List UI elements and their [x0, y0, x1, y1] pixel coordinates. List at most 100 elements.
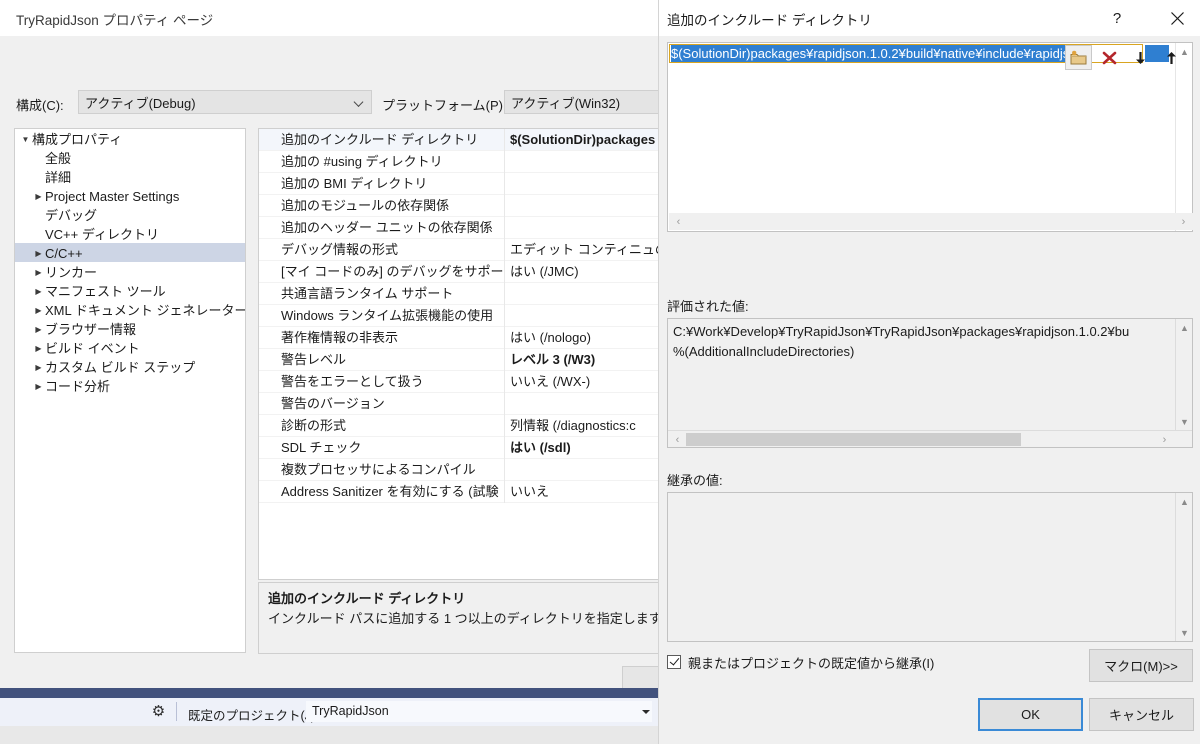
property-row[interactable]: Windows ランタイム拡張機能の使用 — [259, 305, 659, 327]
list-vertical-scrollbar[interactable]: ▲ ▼ — [1175, 43, 1192, 231]
twisty-collapsed-icon[interactable] — [32, 320, 45, 339]
configuration-combo[interactable]: アクティブ(Debug) — [78, 90, 372, 114]
property-value[interactable]: はい (/nologo) — [504, 327, 659, 349]
property-value[interactable] — [504, 173, 659, 195]
inherit-from-parent-checkbox[interactable]: 親またはプロジェクトの既定値から継承(I) — [667, 652, 934, 672]
scroll-right-icon[interactable]: › — [1156, 431, 1173, 448]
property-value[interactable]: レベル 3 (/W3) — [504, 349, 659, 371]
tree-item[interactable]: C/C++ — [15, 243, 245, 262]
property-value[interactable]: はい (/sdl) — [504, 437, 659, 459]
twisty-collapsed-icon[interactable] — [32, 263, 45, 282]
property-row[interactable]: 著作権情報の非表示 はい (/nologo) — [259, 327, 659, 349]
property-value[interactable]: いいえ (/WX-) — [504, 371, 659, 393]
property-value[interactable] — [504, 283, 659, 305]
property-value[interactable] — [504, 459, 659, 481]
property-row[interactable]: 共通言語ランタイム サポート — [259, 283, 659, 305]
property-value[interactable] — [504, 195, 659, 217]
tree-item[interactable]: 全般 — [15, 148, 245, 167]
evaluated-value-line-2: %(AdditionalIncludeDirectories) — [673, 344, 855, 359]
tree-item[interactable]: 構成プロパティ — [15, 129, 245, 148]
tree-item[interactable]: ブラウザー情報 — [15, 319, 245, 338]
property-row[interactable]: デバッグ情報の形式 エディット コンティニュのプ — [259, 239, 659, 261]
property-row[interactable]: 追加のインクルード ディレクトリ $(SolutionDir)packages — [259, 129, 659, 151]
tree-item[interactable]: VC++ ディレクトリ — [15, 224, 245, 243]
property-value[interactable]: いいえ — [504, 481, 659, 503]
chevron-down-icon[interactable] — [640, 705, 652, 717]
configuration-label: 構成(C): — [16, 98, 64, 113]
property-value[interactable] — [504, 151, 659, 173]
property-value[interactable] — [504, 305, 659, 327]
scroll-left-icon[interactable]: ‹ — [669, 431, 686, 448]
twisty-collapsed-icon[interactable] — [32, 187, 45, 206]
tree-item[interactable]: XML ドキュメント ジェネレーター — [15, 300, 245, 319]
property-grid[interactable]: 追加のインクルード ディレクトリ $(SolutionDir)packages 追加… — [258, 128, 660, 580]
property-value[interactable] — [504, 217, 659, 239]
twisty-collapsed-icon[interactable] — [32, 244, 45, 263]
property-value[interactable]: エディット コンティニュのプ — [504, 239, 659, 261]
platform-combo[interactable]: アクティブ(Win32) — [504, 90, 660, 114]
toolstrip-separator — [176, 702, 177, 721]
ok-button[interactable]: OK — [978, 698, 1083, 731]
question-mark-icon[interactable]: ? — [1094, 0, 1140, 36]
tree-item[interactable]: Project Master Settings — [15, 186, 245, 205]
tree-item[interactable]: コード分析 — [15, 376, 245, 395]
twisty-collapsed-icon[interactable] — [32, 282, 45, 301]
cancel-button[interactable]: キャンセル — [1089, 698, 1194, 731]
property-row[interactable]: 追加のヘッダー ユニットの依存関係 — [259, 217, 659, 239]
property-row[interactable]: 複数プロセッサによるコンパイル — [259, 459, 659, 481]
property-row[interactable]: 警告のバージョン — [259, 393, 659, 415]
property-value[interactable]: 列情報 (/diagnostics:c — [504, 415, 659, 437]
property-row[interactable]: Address Sanitizer を有効にする (試験 いいえ — [259, 481, 659, 503]
property-row[interactable]: 警告をエラーとして扱う いいえ (/WX-) — [259, 371, 659, 393]
property-row[interactable]: 追加のモジュールの依存関係 — [259, 195, 659, 217]
twisty-collapsed-icon[interactable] — [32, 339, 45, 358]
scroll-left-icon[interactable]: ‹ — [670, 213, 687, 230]
new-line-button[interactable] — [1065, 45, 1092, 70]
close-icon[interactable] — [1154, 0, 1200, 36]
property-name: 著作権情報の非表示 — [281, 330, 399, 345]
inherited-value-box[interactable]: ▲ ▼ — [667, 492, 1193, 642]
property-row[interactable]: 追加の #using ディレクトリ — [259, 151, 659, 173]
evaluated-vertical-scrollbar[interactable]: ▲ ▼ — [1175, 319, 1192, 430]
tree-item-label: デバッグ — [45, 208, 98, 224]
tree-item[interactable]: カスタム ビルド ステップ — [15, 357, 245, 376]
tree-item[interactable]: 詳細 — [15, 167, 245, 186]
list-horizontal-scrollbar[interactable]: ‹ › — [669, 213, 1193, 230]
property-row[interactable]: [マイ コードのみ] のデバッグをサポートすはい (/JMC) — [259, 261, 659, 283]
tree-item[interactable]: マニフェスト ツール — [15, 281, 245, 300]
list-item[interactable]: $(SolutionDir)packages¥rapidjson.1.0.2¥b… — [671, 45, 1084, 62]
property-row[interactable]: 警告レベル レベル 3 (/W3) — [259, 349, 659, 371]
move-down-button[interactable] — [1127, 45, 1154, 70]
checkbox-icon[interactable] — [667, 655, 681, 669]
scrollbar-thumb[interactable] — [686, 433, 1021, 446]
property-row[interactable]: 診断の形式 列情報 (/diagnostics:c — [259, 415, 659, 437]
property-row[interactable]: 追加の BMI ディレクトリ — [259, 173, 659, 195]
twisty-collapsed-icon[interactable] — [32, 301, 45, 320]
configuration-tree[interactable]: 構成プロパティ全般詳細 Project Master Settings デバッグ VC… — [14, 128, 246, 653]
scroll-up-icon[interactable]: ▲ — [1176, 319, 1193, 336]
include-directories-list[interactable]: $(SolutionDir)packages¥rapidjson.1.0.2¥b… — [667, 42, 1193, 232]
property-value[interactable]: $(SolutionDir)packages — [504, 129, 659, 151]
tree-item[interactable]: デバッグ — [15, 205, 245, 224]
inherited-vertical-scrollbar[interactable]: ▲ ▼ — [1175, 493, 1192, 641]
scroll-down-icon[interactable]: ▼ — [1176, 413, 1193, 430]
property-value[interactable] — [504, 393, 659, 415]
evaluated-value-box[interactable]: C:¥Work¥Develop¥TryRapidJson¥TryRapidJso… — [667, 318, 1193, 448]
tree-item-label: 詳細 — [45, 170, 72, 186]
default-project-combo[interactable]: TryRapidJson — [306, 701, 652, 722]
scroll-down-icon[interactable]: ▼ — [1176, 624, 1193, 641]
property-value[interactable]: はい (/JMC) — [504, 261, 659, 283]
property-row[interactable]: SDL チェック はい (/sdl) — [259, 437, 659, 459]
macro-button[interactable]: マクロ(M)>> — [1089, 649, 1193, 682]
twisty-expanded-icon[interactable] — [19, 130, 32, 149]
gear-icon[interactable]: ⚙ — [150, 703, 167, 720]
scroll-up-icon[interactable]: ▲ — [1176, 493, 1193, 510]
twisty-collapsed-icon[interactable] — [32, 377, 45, 396]
scroll-right-icon[interactable]: › — [1175, 213, 1192, 230]
tree-item[interactable]: ビルド イベント — [15, 338, 245, 357]
tree-item[interactable]: リンカー — [15, 262, 245, 281]
twisty-collapsed-icon[interactable] — [32, 358, 45, 377]
move-up-button[interactable] — [1158, 45, 1185, 70]
evaluated-horizontal-scrollbar[interactable]: ‹ › — [668, 430, 1192, 447]
delete-line-button[interactable] — [1096, 45, 1123, 70]
